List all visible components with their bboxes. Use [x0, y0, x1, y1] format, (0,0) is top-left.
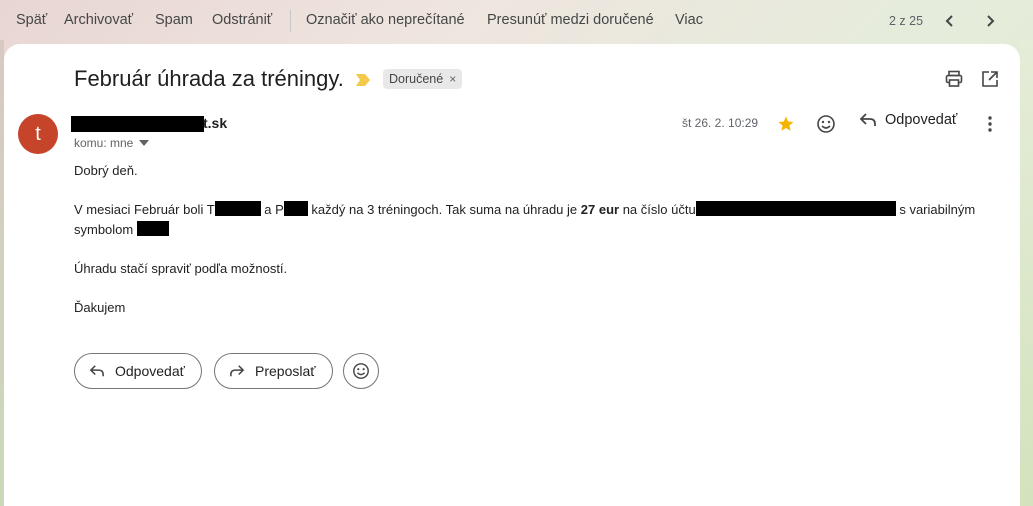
- recipient-text: komu: mne: [74, 136, 134, 150]
- p1-text-c: každý na 3 tréningoch. Tak suma na úhrad…: [311, 202, 578, 217]
- remove-label-button[interactable]: ×: [449, 72, 456, 86]
- more-button[interactable]: Viac: [675, 12, 703, 28]
- chevron-right-icon[interactable]: [978, 9, 1002, 33]
- redacted-account: [695, 201, 896, 216]
- redacted-name-1: [214, 201, 261, 216]
- p1-text-b: a P: [264, 202, 284, 217]
- header-reply-label: Odpovedať: [885, 112, 958, 128]
- toolbar-divider: [290, 10, 291, 32]
- mark-unread-button[interactable]: Označiť ako neprečítané: [306, 12, 465, 28]
- spam-button[interactable]: Spam: [155, 12, 193, 28]
- emoji-reaction-icon[interactable]: [814, 112, 838, 136]
- sender-name-redacted: [71, 116, 204, 132]
- forward-button[interactable]: Preposlať: [214, 353, 333, 389]
- reply-button-label: Odpovedať: [115, 363, 185, 379]
- chevron-left-icon[interactable]: [938, 9, 962, 33]
- reply-button[interactable]: Odpovedať: [74, 353, 202, 389]
- forward-button-label: Preposlať: [255, 363, 316, 379]
- redacted-name-2: [283, 201, 308, 216]
- recipient-line[interactable]: komu: mne: [74, 136, 150, 150]
- toolbar: Späť Archivovať Spam Odstrániť Označiť a…: [0, 0, 1033, 42]
- emoji-reaction-button[interactable]: [343, 353, 379, 389]
- forward-icon: [230, 365, 245, 377]
- email-paragraph-1: V mesiaci Február boli T a P každý na 3 …: [74, 200, 975, 220]
- redacted-symbol: [136, 221, 169, 236]
- p1-text-e: s variabilným: [899, 202, 976, 217]
- email-card: Február úhrada za tréningy. Doručené × t…: [4, 44, 1020, 506]
- pager-count: 2 z 25: [889, 14, 924, 28]
- email-signature: Ďakujem: [74, 300, 126, 315]
- email-greeting: Dobrý deň.: [74, 163, 138, 178]
- email-paragraph-1-line-2: symbolom: [74, 220, 169, 240]
- emoji-icon: [353, 363, 369, 379]
- p1-amount: 27 eur: [580, 202, 620, 217]
- importance-marker-icon[interactable]: [356, 73, 370, 86]
- label-chip-text: Doručené: [389, 72, 444, 86]
- caret-down-icon: [139, 140, 150, 146]
- delete-button[interactable]: Odstrániť: [212, 12, 272, 28]
- star-icon[interactable]: [774, 112, 798, 136]
- move-to-inbox-button[interactable]: Presunúť medzi doručené: [487, 12, 654, 28]
- sender-avatar[interactable]: t: [18, 114, 58, 154]
- email-date: št 26. 2. 10:29: [682, 116, 759, 130]
- archive-button[interactable]: Archivovať: [64, 12, 133, 28]
- reply-icon: [859, 113, 876, 126]
- email-subject: Február úhrada za tréningy.: [74, 66, 344, 91]
- p1-text-f: symbolom: [74, 222, 134, 237]
- header-reply-button[interactable]: Odpovedať: [859, 112, 957, 128]
- p1-text-a: V mesiaci Február boli T: [74, 202, 215, 217]
- email-paragraph-2: Úhradu stačí spraviť podľa možností.: [74, 261, 288, 276]
- sender-name: t.sk: [203, 115, 228, 131]
- print-icon[interactable]: [943, 68, 965, 90]
- p1-text-d: na číslo účtu: [622, 202, 696, 217]
- more-vert-icon[interactable]: [978, 112, 1002, 136]
- open-new-window-icon[interactable]: [979, 68, 1001, 90]
- label-chip: Doručené ×: [383, 69, 463, 89]
- reply-icon: [89, 365, 104, 377]
- back-button[interactable]: Späť: [16, 12, 47, 28]
- background-right: [1020, 40, 1033, 506]
